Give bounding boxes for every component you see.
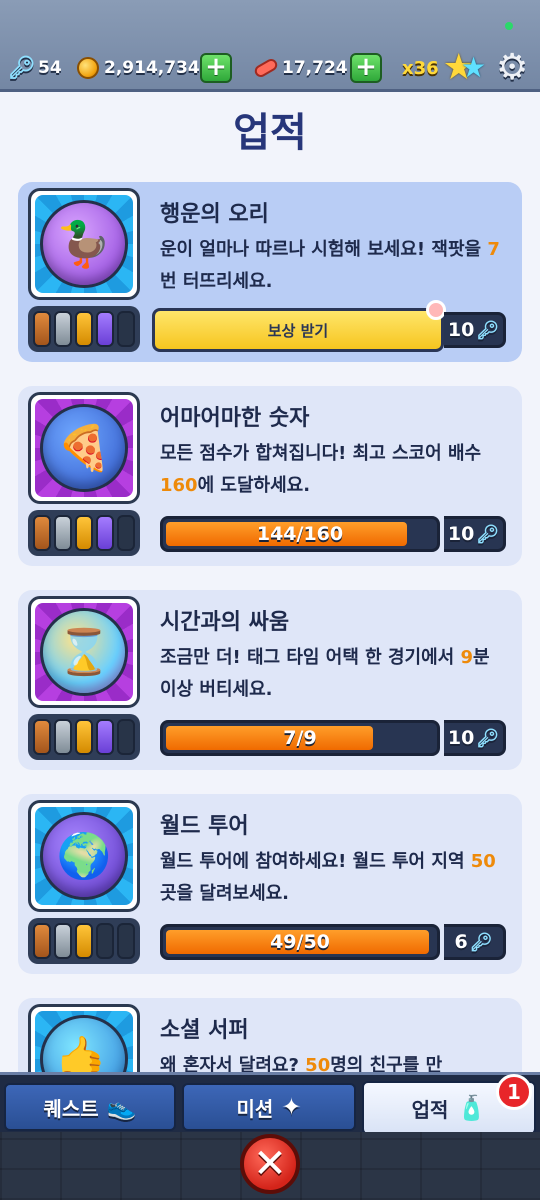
- tab-quest[interactable]: 퀘스트 👟: [4, 1083, 176, 1131]
- reward-keys: 10 🔑︎: [444, 720, 506, 756]
- tier-indicator: [28, 306, 140, 352]
- reward-value: 10: [447, 523, 475, 545]
- achievement-badge: ⌛: [28, 596, 140, 708]
- tier-empty: [96, 923, 114, 959]
- progress-text: 144/160: [256, 523, 344, 545]
- achievement-description: 모든 점수가 합쳐집니다! 최고 스코어 배수 160에 도달하세요.: [160, 443, 482, 496]
- achievement-title: 월드 투어: [160, 814, 249, 839]
- reward-value: 10: [447, 319, 475, 341]
- achievement-title: 어마어마한 숫자: [160, 406, 310, 431]
- tab-quest-label: 퀘스트: [43, 1096, 99, 1121]
- achievement-description: 운이 얼마나 따르나 시험해 보세요! 잭팟을 7번 터뜨리세요.: [160, 239, 500, 292]
- tier-bronze: [33, 719, 51, 755]
- claim-notification-dot: [426, 300, 446, 320]
- tier-indicator: [28, 714, 140, 760]
- achievement-card: 🍕 어마어마한 숫자 모든 점수가 합쳐집니다! 최고 스코어 배수 160에 …: [18, 386, 522, 566]
- coins-value: 2,914,734: [104, 58, 200, 78]
- key-icon: 🔑︎: [476, 727, 500, 749]
- currency-bar: 🔑︎ 54 2,914,734 + 17,724 + x36 ★ ★ ⚙: [0, 0, 540, 92]
- achievement-title: 소셜 서퍼: [160, 1018, 249, 1043]
- gear-icon[interactable]: ⚙: [496, 50, 528, 86]
- tier-silver: [54, 719, 72, 755]
- tier-purple: [96, 719, 114, 755]
- keys-counter: 🔑︎ 54: [8, 54, 62, 82]
- page-title: 업적: [233, 110, 307, 156]
- tier-bronze: [33, 515, 51, 551]
- add-boards[interactable]: +: [350, 53, 382, 83]
- close-button[interactable]: ✕: [240, 1134, 300, 1194]
- tier-bronze: [33, 311, 51, 347]
- progress-bar: 144/160: [160, 516, 440, 552]
- score-multiplier[interactable]: x36 ★ ★: [402, 50, 487, 86]
- tab-achievement-label: 업적: [411, 1097, 449, 1122]
- star-icon: ✦: [281, 1093, 302, 1121]
- tier-purple: [96, 515, 114, 551]
- coin-icon: [76, 56, 100, 80]
- claim-reward-button[interactable]: 보상 받기: [152, 308, 444, 352]
- progress-bar: 7/9: [160, 720, 440, 756]
- achievement-description: 월드 투어에 참여하세요! 월드 투어 지역 50곳을 달려보세요.: [160, 851, 496, 904]
- pizza-icon: 🍕: [40, 404, 128, 492]
- progress-text: 49/50: [270, 931, 330, 953]
- achievement-badge: 🌍: [28, 800, 140, 912]
- coins-counter: 2,914,734: [76, 54, 200, 82]
- reward-keys: 10 🔑︎: [444, 312, 506, 348]
- progress-bar: 49/50: [160, 924, 440, 960]
- tier-purple: [96, 311, 114, 347]
- tier-gold: [75, 311, 93, 347]
- tier-bronze: [33, 923, 51, 959]
- tier-gold: [75, 719, 93, 755]
- sneaker-icon: 👟: [106, 1093, 137, 1121]
- star-blue-icon: ★: [460, 51, 487, 84]
- reward-value: 10: [447, 727, 475, 749]
- achievement-badge: 🍕: [28, 392, 140, 504]
- tab-bar: 퀘스트 👟 미션 ✦ 업적 🧴: [0, 1072, 540, 1135]
- achievement-description: 조금만 더! 태그 타임 어택 한 경기에서 9분 이상 버티세요.: [160, 647, 490, 700]
- key-icon: 🔑︎: [8, 55, 36, 81]
- tier-empty: [117, 923, 135, 959]
- tier-empty: [117, 719, 135, 755]
- achievement-title: 시간과의 싸움: [160, 610, 290, 635]
- tier-silver: [54, 311, 72, 347]
- achievement-card: 🦆 행운의 오리 운이 얼마나 따르나 시험해 보세요! 잭팟을 7번 터뜨리세…: [18, 182, 522, 362]
- key-icon: 🔑︎: [476, 523, 500, 545]
- duck-icon: 🦆: [40, 200, 128, 288]
- tier-gold: [75, 515, 93, 551]
- status-dot: [505, 22, 513, 30]
- boards-value: 17,724: [282, 58, 348, 78]
- tab-mission-label: 미션: [236, 1096, 274, 1121]
- close-icon: ✕: [253, 1141, 287, 1187]
- settings[interactable]: ⚙: [496, 50, 528, 86]
- keys-value: 54: [38, 58, 62, 78]
- add-boards-button[interactable]: +: [350, 53, 382, 83]
- boards-counter: 17,724: [252, 54, 348, 82]
- achievement-card: ⌛ 시간과의 싸움 조금만 더! 태그 타임 어택 한 경기에서 9분 이상 버…: [18, 590, 522, 770]
- achievement-card: 🌍 월드 투어 월드 투어에 참여하세요! 월드 투어 지역 50곳을 달려보세…: [18, 794, 522, 974]
- notification-badge: 1: [496, 1074, 532, 1110]
- hoverboard-icon: [252, 56, 280, 80]
- add-coins-button[interactable]: +: [200, 53, 232, 83]
- tier-indicator: [28, 510, 140, 556]
- tab-mission[interactable]: 미션 ✦: [182, 1083, 356, 1131]
- progress-text: 7/9: [283, 727, 317, 749]
- tier-silver: [54, 923, 72, 959]
- add-coins[interactable]: +: [200, 53, 232, 83]
- hourglass-icon: ⌛: [40, 608, 128, 696]
- tier-indicator: [28, 918, 140, 964]
- reward-keys: 6 🔑︎: [444, 924, 506, 960]
- tier-silver: [54, 515, 72, 551]
- reward-value: 6: [454, 931, 468, 953]
- tier-empty: [117, 311, 135, 347]
- tier-empty: [117, 515, 135, 551]
- tier-gold: [75, 923, 93, 959]
- reward-keys: 10 🔑︎: [444, 516, 506, 552]
- key-icon: 🔑︎: [469, 931, 493, 953]
- multiplier-value: x36: [402, 57, 439, 79]
- globe-apple-icon: 🌍: [40, 812, 128, 900]
- spray-can-icon: 🧴: [456, 1094, 487, 1122]
- achievement-badge: 🦆: [28, 188, 140, 300]
- achievement-title: 행운의 오리: [160, 202, 269, 227]
- key-icon: 🔑︎: [476, 319, 500, 341]
